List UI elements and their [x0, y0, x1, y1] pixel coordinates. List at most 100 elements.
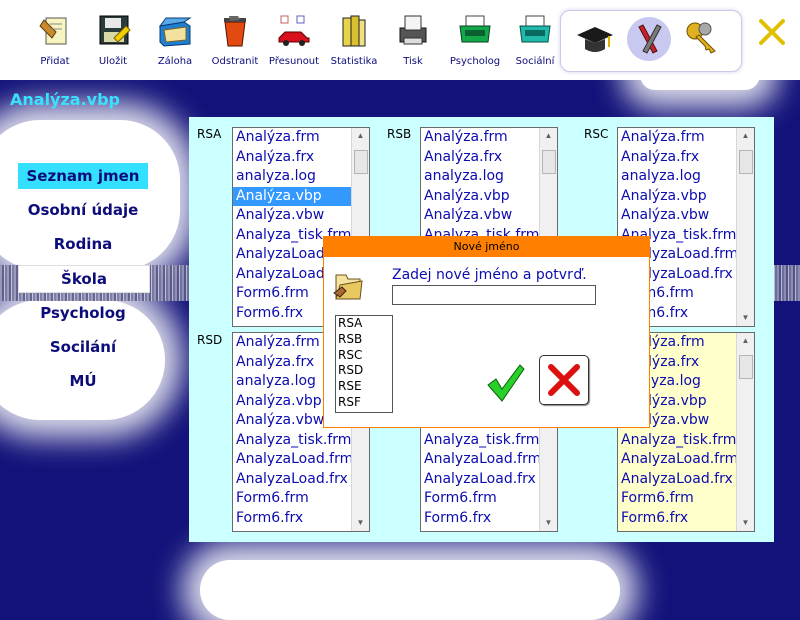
scroll-thumb[interactable]: [739, 355, 753, 379]
toolbar-save-label: Uložit: [98, 56, 128, 67]
list-item[interactable]: Analýza.frm: [233, 128, 351, 148]
list-item[interactable]: analyza.log: [421, 167, 539, 187]
dialog-prompt: Zadej nové jméno a potvrď.: [392, 267, 587, 283]
list-item[interactable]: Form6.frm: [233, 489, 351, 509]
cancel-button[interactable]: [539, 355, 589, 405]
green-checkmark-icon: [487, 364, 525, 402]
toolbar-delete-label: Odstranit: [211, 56, 259, 67]
list-item[interactable]: analyza.log: [233, 167, 351, 187]
close-button[interactable]: [756, 16, 788, 48]
toolbar-add-label: Přidat: [40, 56, 70, 67]
toolbar-tools-group: [560, 10, 742, 72]
toolbar-add-button[interactable]: Přidat: [26, 8, 84, 74]
vertical-scrollbar[interactable]: ▲▼: [736, 128, 754, 326]
printer-icon: [399, 15, 427, 45]
list-item[interactable]: Analýza.frx: [233, 148, 351, 168]
tools-button[interactable]: [627, 17, 671, 61]
list-item[interactable]: Analýza.vbp: [421, 187, 539, 207]
scroll-up-icon[interactable]: ▲: [352, 128, 369, 144]
file-title: Analýza.vbp: [10, 90, 121, 109]
scroll-thumb[interactable]: [739, 150, 753, 174]
social-typewriter-icon: [519, 15, 551, 43]
toolbar-move-label: Přesunout: [268, 56, 320, 67]
new-name-input[interactable]: [392, 285, 596, 305]
tools-icon: [638, 24, 662, 54]
toolbar-social-button[interactable]: Sociální: [506, 8, 564, 74]
list-item[interactable]: Analýza.frm: [618, 128, 736, 148]
menu-item-seznam-jmen[interactable]: Seznam jmen: [18, 163, 148, 189]
list-item[interactable]: Analyza_tisk.frm: [233, 431, 351, 451]
list-label-rsa: RSA: [197, 127, 222, 141]
scroll-down-icon[interactable]: ▼: [352, 515, 369, 531]
education-button[interactable]: [573, 17, 617, 61]
list-item[interactable]: Analyza_tisk.frm: [618, 431, 736, 451]
list-item[interactable]: Analýza.vbw: [233, 206, 351, 226]
menu-item-psycholog[interactable]: Psycholog: [18, 300, 148, 326]
list-item[interactable]: Analýza.vbp: [233, 186, 351, 206]
group-option-rsc[interactable]: RSC: [336, 348, 392, 364]
list-label-rsc: RSC: [584, 127, 609, 141]
menu-item-socialni[interactable]: Socilání: [18, 334, 148, 360]
scroll-down-icon[interactable]: ▼: [737, 515, 754, 531]
list-item[interactable]: Analýza.frx: [618, 148, 736, 168]
toolbar-save-button[interactable]: Uložit: [84, 8, 142, 74]
scroll-up-icon[interactable]: ▲: [540, 128, 557, 144]
backup-box-icon: [158, 17, 192, 47]
menu-item-mu[interactable]: MÚ: [18, 368, 148, 394]
list-item[interactable]: Analyza_tisk.frm: [421, 431, 539, 451]
vertical-scrollbar[interactable]: ▲▼: [736, 333, 754, 531]
list-item[interactable]: Analýza.vbp: [618, 187, 736, 207]
list-item[interactable]: Form6.frm: [618, 489, 736, 509]
scroll-thumb[interactable]: [354, 150, 368, 174]
list-item[interactable]: Analýza.frx: [421, 148, 539, 168]
menu-item-skola[interactable]: Škola: [18, 265, 150, 293]
list-item[interactable]: Form6.frx: [618, 509, 736, 529]
list-item[interactable]: AnalyzaLoad.frm: [233, 450, 351, 470]
group-option-rsa[interactable]: RSA: [336, 316, 392, 332]
list-item[interactable]: Analýza.vbw: [618, 206, 736, 226]
group-option-rsf[interactable]: RSF: [336, 395, 392, 411]
list-item[interactable]: Analýza.vbw: [421, 206, 539, 226]
move-car-icon: [278, 15, 310, 46]
save-disk-icon: [99, 15, 131, 45]
graduation-cap-icon: [577, 27, 613, 52]
list-item[interactable]: AnalyzaLoad.frm: [421, 450, 539, 470]
list-item[interactable]: AnalyzaLoad.frx: [233, 470, 351, 490]
keys-button[interactable]: [681, 17, 725, 61]
toolbar-backup-button[interactable]: Záloha: [146, 8, 204, 74]
list-item[interactable]: AnalyzaLoad.frx: [421, 470, 539, 490]
group-option-rsb[interactable]: RSB: [336, 332, 392, 348]
list-item[interactable]: Analýza.frm: [421, 128, 539, 148]
scroll-up-icon[interactable]: ▲: [737, 333, 754, 349]
add-document-icon: [39, 17, 67, 45]
scroll-up-icon[interactable]: ▲: [737, 128, 754, 144]
keys-icon: [686, 22, 716, 54]
toolbar-print-button[interactable]: Tisk: [384, 8, 442, 74]
toolbar-move-button[interactable]: Přesunout: [265, 8, 323, 74]
trash-bin-icon: [224, 16, 246, 47]
list-item[interactable]: AnalyzaLoad.frx: [618, 470, 736, 490]
toolbar-psychologist-label: Psycholog: [449, 56, 501, 67]
scroll-down-icon[interactable]: ▼: [540, 515, 557, 531]
toolbar-delete-button[interactable]: Odstranit: [206, 8, 264, 74]
group-option-rsd[interactable]: RSD: [336, 363, 392, 379]
menu-item-osobni-udaje[interactable]: Osobní údaje: [18, 197, 148, 223]
confirm-button[interactable]: [484, 361, 528, 405]
group-select-list[interactable]: RSA RSB RSC RSD RSE RSF: [335, 315, 393, 413]
statistics-books-icon: [342, 15, 366, 47]
scroll-thumb[interactable]: [542, 150, 556, 174]
scroll-down-icon[interactable]: ▼: [737, 310, 754, 326]
toolbar-psychologist-button[interactable]: Psycholog: [446, 8, 504, 74]
toolbar-statistics-button[interactable]: Statistika: [325, 8, 383, 74]
list-item[interactable]: Form6.frx: [421, 509, 539, 529]
toolbar-social-label: Sociální: [515, 56, 555, 67]
list-item[interactable]: Form6.frm: [421, 489, 539, 509]
group-option-rse[interactable]: RSE: [336, 379, 392, 395]
toolbar-print-label: Tisk: [403, 56, 423, 67]
list-item[interactable]: Form6.frx: [233, 509, 351, 529]
list-item[interactable]: analyza.log: [618, 167, 736, 187]
list-label-rsd: RSD: [197, 333, 223, 347]
menu-item-rodina[interactable]: Rodina: [18, 231, 148, 257]
list-item[interactable]: AnalyzaLoad.frm: [618, 450, 736, 470]
toolbar-backup-label: Záloha: [157, 56, 193, 67]
